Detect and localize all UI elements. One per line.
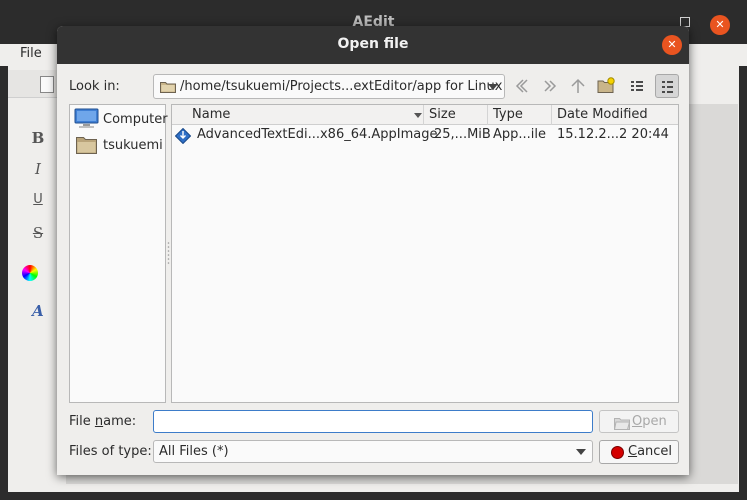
computer-icon bbox=[74, 108, 99, 128]
open-file-dialog: Open file ✕ Look in: /home/tsukuemi/Proj… bbox=[57, 26, 689, 475]
sidebar-item-tsukuemi[interactable]: tsukuemi bbox=[74, 134, 164, 156]
file-name-label: File name: bbox=[69, 414, 137, 429]
column-header-size[interactable]: Size bbox=[424, 105, 488, 125]
file-modified-cell: 15.12.2...2 20:44 bbox=[557, 127, 669, 142]
files-of-type-value: All Files (*) bbox=[159, 444, 229, 459]
font-icon[interactable]: A bbox=[24, 302, 52, 320]
sidebar-item-label: tsukuemi bbox=[103, 138, 163, 153]
strikethrough-icon[interactable]: S bbox=[24, 224, 52, 242]
column-header-date-modified[interactable]: Date Modified bbox=[552, 105, 678, 125]
files-of-type-combo[interactable]: All Files (*) bbox=[153, 440, 593, 463]
cancel-button[interactable]: Cancel bbox=[599, 440, 679, 464]
sort-descending-icon bbox=[414, 113, 422, 118]
column-header-type[interactable]: Type bbox=[488, 105, 552, 125]
forward-button[interactable] bbox=[538, 74, 562, 98]
files-of-type-label: Files of type: bbox=[69, 444, 152, 459]
close-icon[interactable]: ✕ bbox=[710, 15, 730, 35]
sidebar-item-label: Computer bbox=[103, 112, 168, 127]
detail-view-button[interactable] bbox=[655, 74, 679, 98]
appimage-icon bbox=[175, 128, 191, 144]
folder-icon bbox=[160, 82, 176, 93]
detail-view-icon bbox=[662, 81, 673, 93]
back-button[interactable] bbox=[510, 74, 534, 98]
italic-icon[interactable]: I bbox=[24, 160, 52, 178]
file-name-cell: AdvancedTextEdi...x86_64.AppImage bbox=[197, 127, 438, 142]
file-name-input[interactable] bbox=[153, 410, 593, 433]
look-in-label: Look in: bbox=[69, 79, 120, 94]
new-folder-icon bbox=[597, 77, 615, 93]
color-wheel-icon[interactable] bbox=[22, 265, 38, 281]
dialog-title: Open file bbox=[337, 36, 409, 52]
open-button[interactable]: Open bbox=[599, 410, 679, 433]
file-list[interactable]: Name Size Type Date Modified AdvancedTex… bbox=[171, 104, 679, 403]
list-view-button[interactable] bbox=[625, 74, 649, 98]
sidebar-item-computer[interactable]: Computer bbox=[74, 108, 168, 130]
splitter-handle[interactable] bbox=[167, 241, 170, 265]
dialog-titlebar: Open file ✕ bbox=[57, 26, 689, 64]
close-icon[interactable]: ✕ bbox=[662, 35, 682, 55]
folder-icon bbox=[76, 137, 97, 154]
parent-dir-icon bbox=[571, 78, 585, 93]
file-size-cell: 25,...MiB bbox=[434, 127, 491, 142]
new-document-icon[interactable] bbox=[40, 76, 54, 93]
file-type-cell: App...ile bbox=[493, 127, 547, 142]
bold-icon[interactable]: B bbox=[24, 129, 52, 147]
chevron-down-icon bbox=[576, 449, 586, 455]
menu-file[interactable]: File bbox=[20, 46, 42, 61]
forward-icon bbox=[544, 80, 557, 92]
file-list-header: Name Size Type Date Modified bbox=[172, 105, 678, 125]
chevron-down-icon bbox=[488, 84, 498, 90]
look-in-combo[interactable]: /home/tsukuemi/Projects...extEditor/app … bbox=[153, 74, 505, 99]
open-folder-icon bbox=[614, 418, 630, 430]
back-icon bbox=[515, 79, 528, 93]
underline-icon[interactable]: U bbox=[24, 192, 52, 207]
parent-directory-button[interactable] bbox=[566, 74, 590, 98]
look-in-path: /home/tsukuemi/Projects...extEditor/app … bbox=[180, 79, 503, 94]
column-header-name[interactable]: Name bbox=[172, 105, 424, 125]
new-folder-button[interactable] bbox=[594, 74, 618, 98]
list-view-icon bbox=[631, 81, 643, 91]
format-toolbar: B I U S A bbox=[8, 104, 58, 484]
table-row[interactable]: AdvancedTextEdi...x86_64.AppImage 25,...… bbox=[172, 126, 678, 146]
open-button-label: Open bbox=[632, 414, 667, 429]
cancel-button-label: Cancel bbox=[628, 444, 673, 459]
places-sidebar: Computer tsukuemi bbox=[69, 104, 168, 403]
cancel-icon bbox=[611, 446, 624, 459]
